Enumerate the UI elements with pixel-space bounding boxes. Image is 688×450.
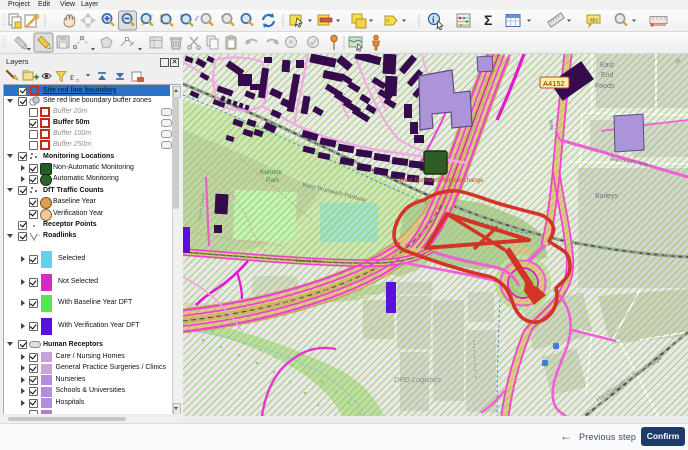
svg-text:ε: ε [70,72,74,83]
svg-text:DPD Logistics: DPD Logistics [394,375,441,384]
svg-text:Kenrick Way: Kenrick Way [296,258,322,263]
svg-text:Foods: Foods [595,83,615,90]
svg-text:A4152: A4152 [543,79,565,88]
svg-text:End: End [601,72,614,79]
svg-text:Kenrick: Kenrick [260,169,282,176]
svg-text:P: P [676,59,681,66]
svg-text:East: East [600,62,614,69]
svg-text:Σ: Σ [484,12,492,28]
svg-text:Park: Park [266,177,280,184]
svg-text:West Bromwich Rd Interchange: West Bromwich Rd Interchange [399,178,484,184]
svg-text:abc: abc [590,18,599,24]
svg-text:Batleys: Batleys [595,193,618,200]
